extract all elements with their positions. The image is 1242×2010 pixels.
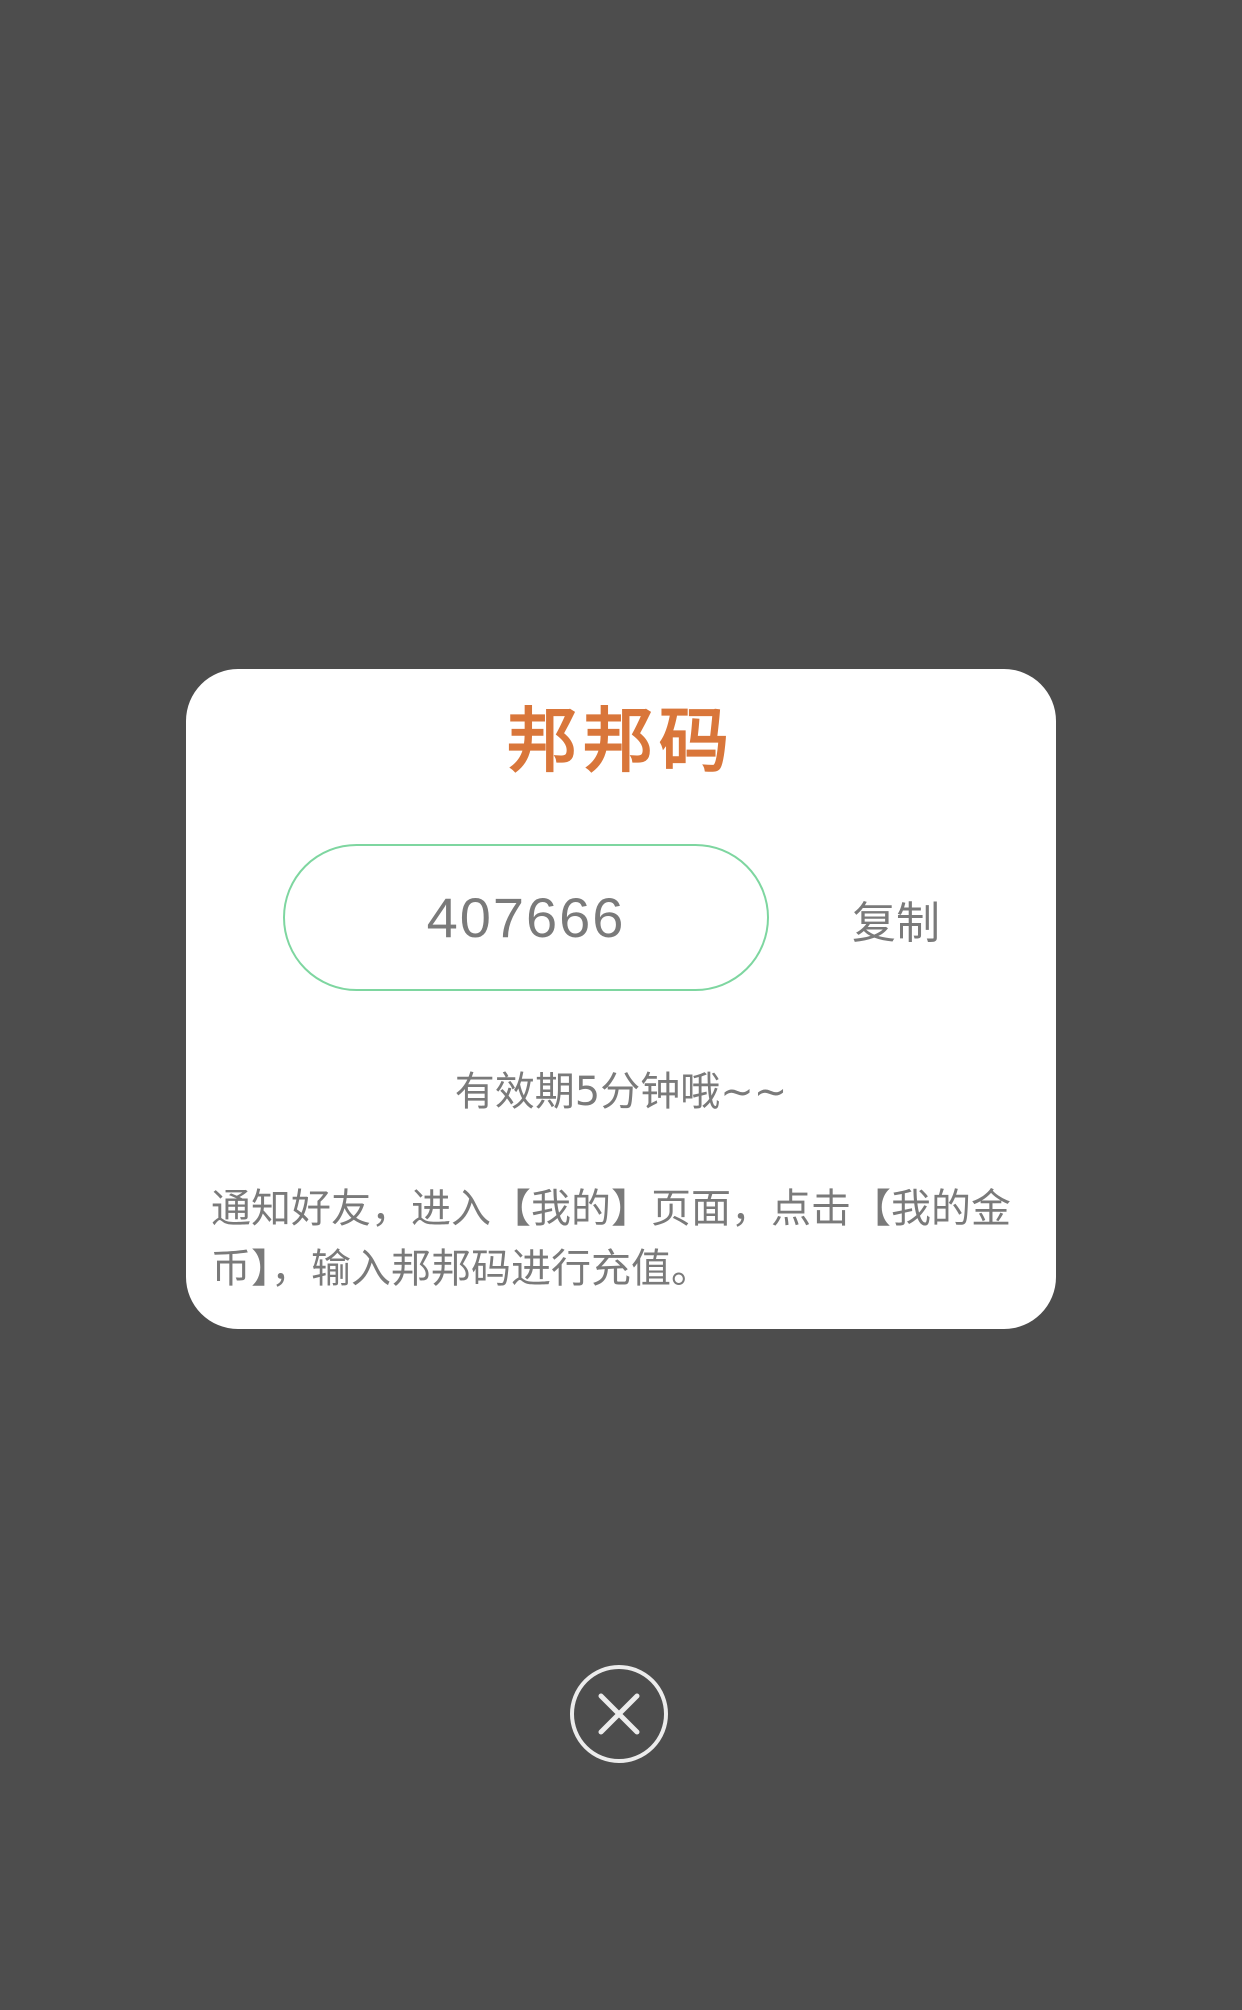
instructions-text: 通知好友，进入【我的】页面，点击【我的金币】，输入邦邦码进行充值。 xyxy=(211,1186,1011,1292)
bangbang-code-dialog: 邦邦码 407666 复制 有效期5分钟哦~~ 通知好友，进入【我的】页面，点击… xyxy=(186,669,1056,1329)
dialog-title: 邦邦码 xyxy=(507,699,735,782)
close-icon xyxy=(598,1693,640,1735)
code-value: 407666 xyxy=(426,886,626,949)
copy-button[interactable]: 复制 xyxy=(826,874,966,964)
code-display: 407666 xyxy=(283,844,769,991)
validity-note: 有效期5分钟哦~~ xyxy=(454,1069,788,1115)
close-button[interactable] xyxy=(570,1665,668,1763)
